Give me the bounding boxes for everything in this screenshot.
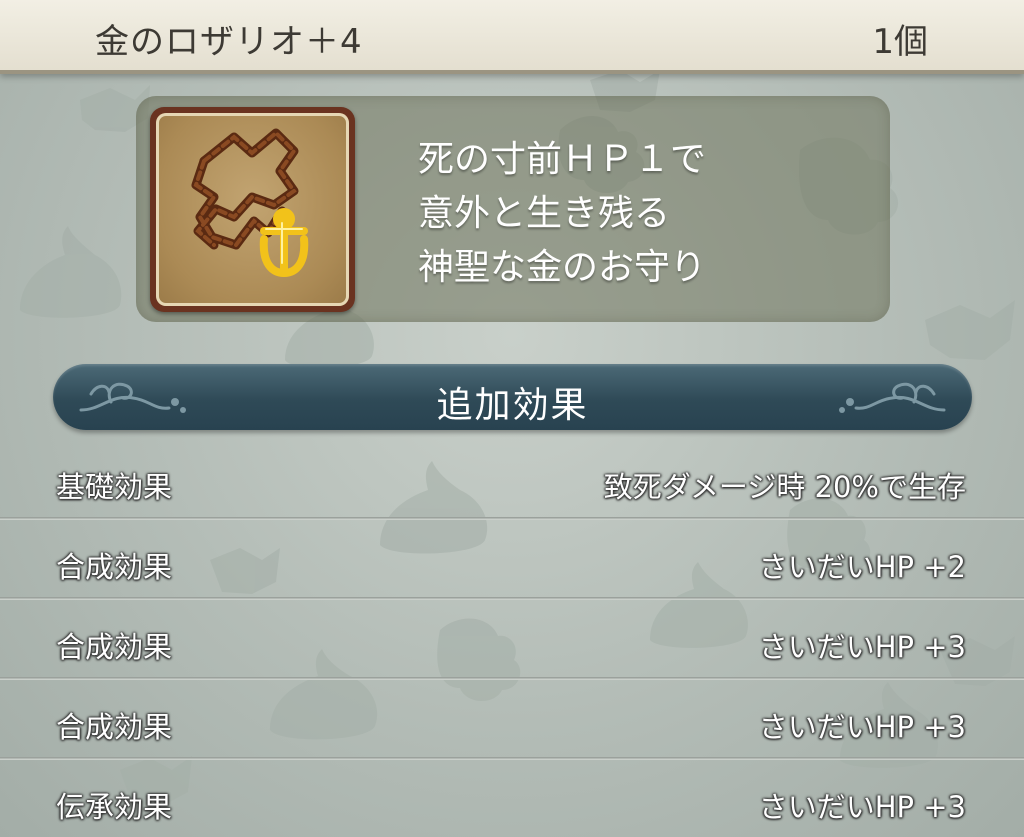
effect-label: 基礎効果 [56,470,173,504]
gold-rosary-icon [156,113,349,306]
effect-value: さいだいHP +3 [758,630,966,664]
effect-row: 伝承効果 さいだいHP +3 [0,760,1024,837]
description-line: 神聖な金のお守り [418,247,707,288]
item-count: 1個 [872,22,928,62]
effect-value: さいだいHP +3 [758,710,966,744]
effect-value: さいだいHP +2 [758,550,966,584]
effect-label: 伝承効果 [56,790,173,824]
effect-label: 合成効果 [56,710,173,744]
additional-effects-header: 追加効果 [53,364,972,430]
effect-row: 基礎効果 致死ダメージ時 20%で生存 [0,440,1024,520]
item-description: 死の寸前ＨＰ１で 意外と生き残る 神聖な金のお守り [418,133,706,295]
item-icon-frame [150,107,355,312]
section-title: 追加効果 [436,385,589,426]
effect-row: 合成効果 さいだいHP +3 [0,600,1024,680]
effect-label: 合成効果 [56,550,173,584]
effect-row: 合成効果 さいだいHP +2 [0,520,1024,600]
effect-value: さいだいHP +3 [758,790,966,824]
item-name: 金のロザリオ＋4 [95,22,363,62]
effect-label: 合成効果 [56,630,173,664]
effect-value: 致死ダメージ時 20%で生存 [603,470,966,504]
effect-row: 合成効果 さいだいHP +3 [0,680,1024,760]
description-line: 意外と生き残る [418,193,671,234]
item-header: 金のロザリオ＋4 1個 [0,0,1024,74]
description-line: 死の寸前ＨＰ１で [418,139,707,180]
